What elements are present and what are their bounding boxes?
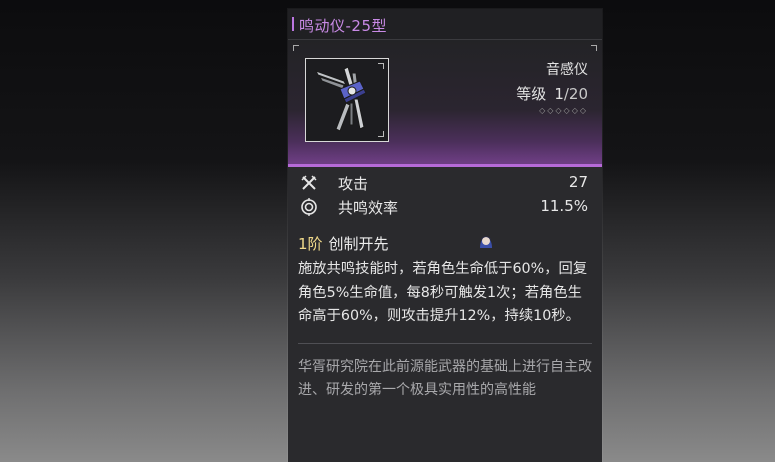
character-cursor-icon: [480, 236, 492, 248]
stat-row-attack: 攻击 27: [288, 171, 602, 195]
skill-section: 1阶 创制开先 施放共鸣技能时，若角色生命低于60%，回复角色5%生命值，每8秒可…: [288, 219, 602, 329]
stats-list: 攻击 27 共鸣效率 11.5%: [288, 167, 602, 219]
item-detail-panel: 鸣动仪-25型 音感仪 等级 1/20 ◇◇◇◇◇◇ 攻击 27 共鸣效率 11…: [288, 9, 602, 462]
stat-row-resonance-efficiency: 共鸣效率 11.5%: [288, 195, 602, 219]
stat-label: 攻击: [338, 175, 369, 193]
item-level: 等级 1/20: [516, 83, 588, 104]
lore-text: 华胥研究院在此前源能武器的基础上进行自主改进、研发的第一个极具实用性的高性能: [298, 358, 592, 398]
frame-corner-icon: [378, 63, 384, 69]
title-bar: 鸣动仪-25型: [288, 9, 602, 40]
skill-heading: 1阶 创制开先: [298, 233, 592, 254]
resonance-efficiency-icon: [301, 198, 317, 216]
item-icon-frame[interactable]: [305, 58, 389, 142]
skill-description: 施放共鸣技能时，若角色生命低于60%，回复角色5%生命值，每8秒可触发1次；若角…: [298, 261, 588, 324]
stat-value: 11.5%: [540, 197, 588, 215]
level-value: 1: [554, 85, 564, 103]
stat-value: 27: [568, 173, 588, 191]
rank-diamonds: ◇◇◇◇◇◇: [539, 106, 588, 115]
attack-icon: [301, 175, 317, 190]
item-type-label: 音感仪: [546, 62, 588, 78]
title-accent-bar: [292, 17, 294, 31]
corner-bracket-icon: [293, 45, 299, 51]
corner-bracket-icon: [591, 45, 597, 51]
item-title: 鸣动仪-25型: [299, 17, 387, 35]
echo-device-icon: [314, 66, 367, 132]
item-header: 音感仪 等级 1/20 ◇◇◇◇◇◇: [288, 40, 602, 167]
skill-tier: 1阶: [298, 235, 323, 253]
level-label: 等级: [516, 85, 547, 103]
skill-name: 创制开先: [328, 235, 389, 253]
stat-label: 共鸣效率: [338, 199, 399, 217]
level-max: /20: [563, 85, 588, 103]
frame-corner-icon: [378, 131, 384, 137]
